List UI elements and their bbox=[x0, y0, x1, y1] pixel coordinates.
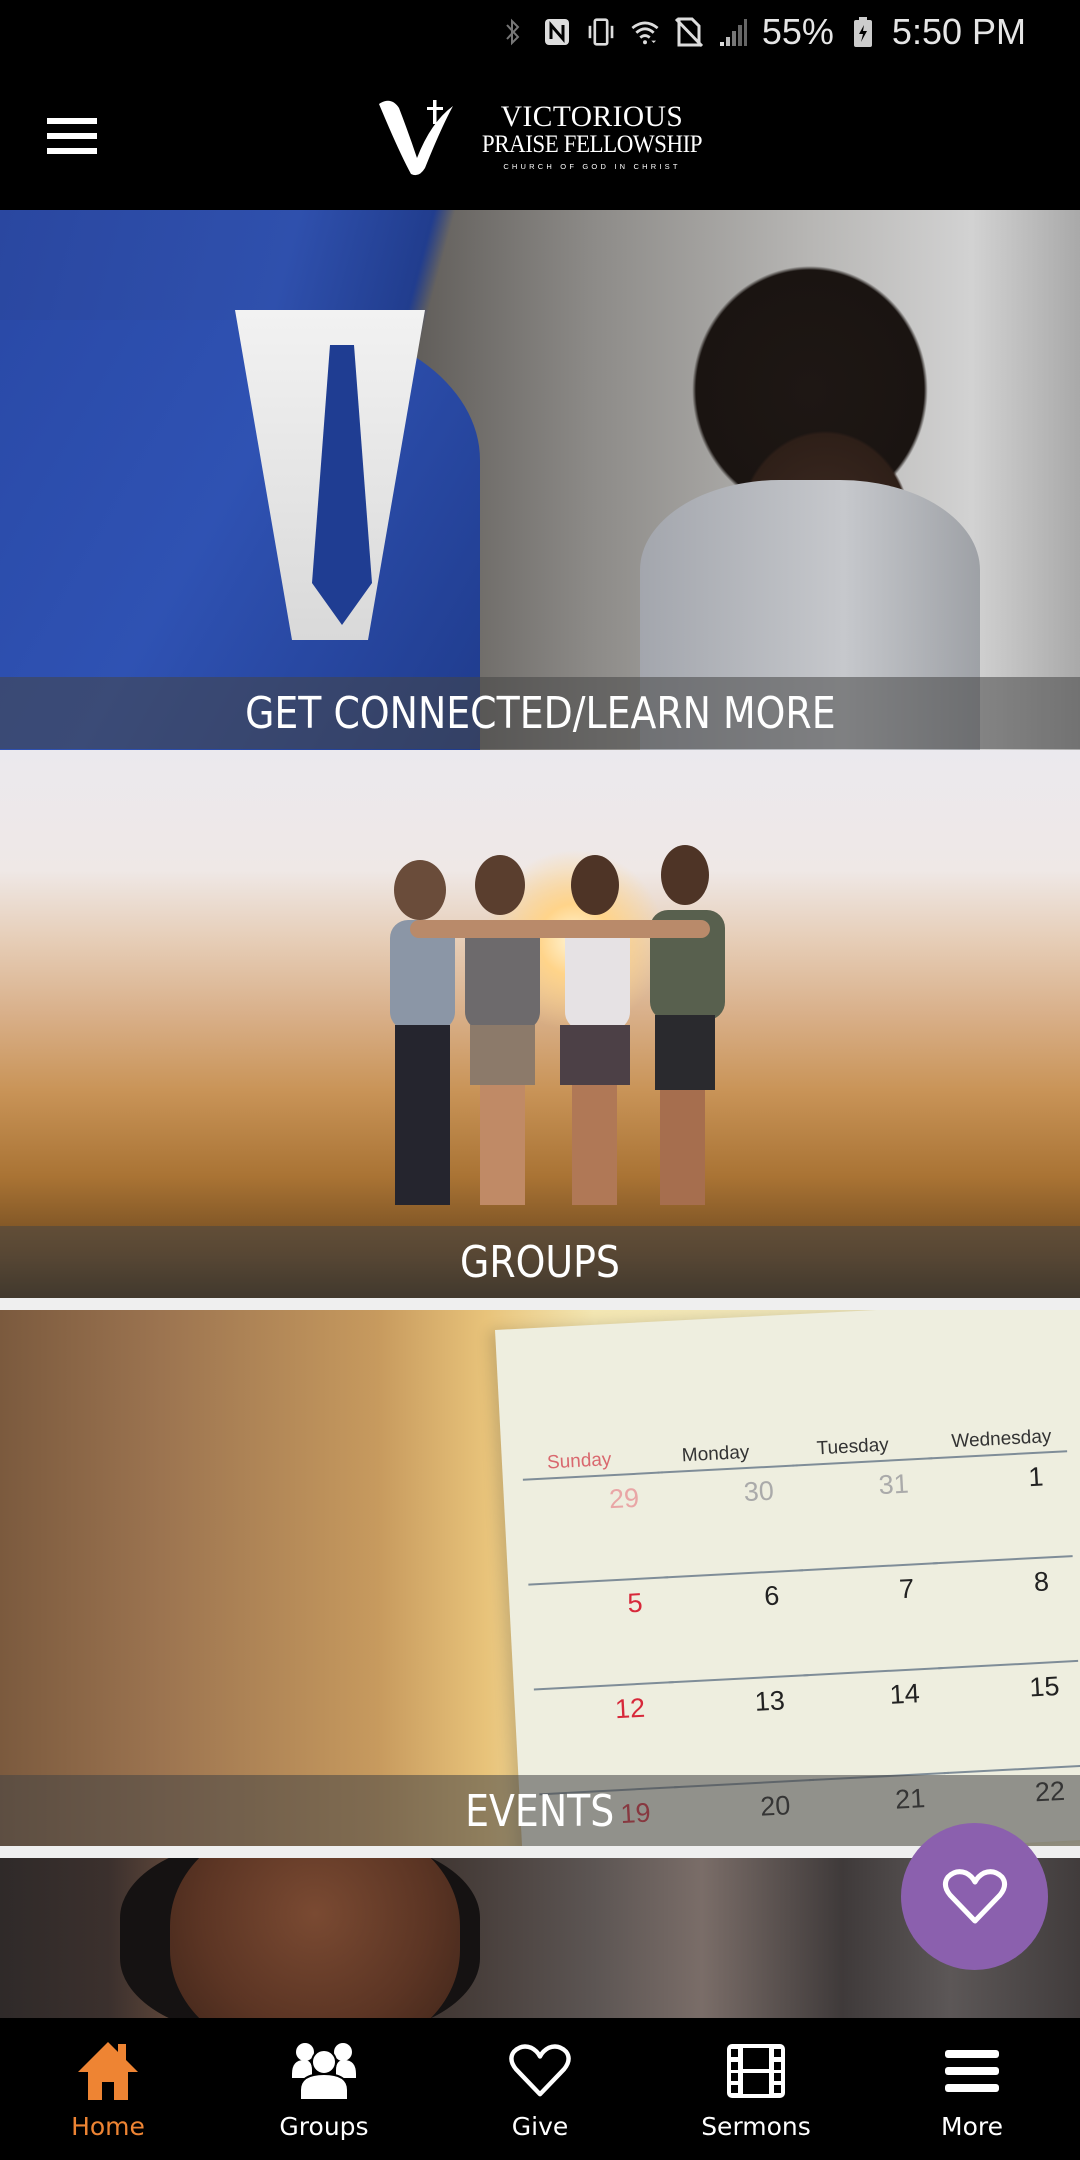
card-groups[interactable]: GROUPS bbox=[0, 750, 1080, 1298]
calendar-date: 14 bbox=[888, 1678, 921, 1710]
battery-percent: 55% bbox=[761, 11, 834, 52]
logo-line-1: VICTORIOUS bbox=[500, 100, 684, 133]
card-get-connected[interactable]: GET CONNECTED/LEARN MORE bbox=[0, 210, 1080, 750]
card-caption-strip: EVENTS bbox=[0, 1775, 1080, 1846]
calendar-date: 15 bbox=[1028, 1670, 1061, 1703]
signal-icon bbox=[718, 15, 748, 49]
give-fab-button[interactable] bbox=[901, 1823, 1048, 1970]
nav-label-home: Home bbox=[71, 2112, 145, 2141]
nav-give[interactable]: Give bbox=[432, 2018, 648, 2160]
card-caption-strip: GROUPS bbox=[0, 1226, 1080, 1298]
logo-line-2: PRAISE FELLOWSHIP bbox=[481, 131, 703, 158]
nav-label-sermons: Sermons bbox=[701, 2112, 811, 2141]
app-header: VICTORIOUS PRAISE FELLOWSHIP CHURCH OF G… bbox=[0, 68, 1080, 210]
calendar-date: 29 bbox=[608, 1482, 640, 1515]
battery-charging-icon bbox=[848, 15, 878, 49]
hamburger-menu-icon[interactable] bbox=[47, 118, 97, 154]
calendar-date: 8 bbox=[1033, 1566, 1050, 1598]
logo-text: VICTORIOUS PRAISE FELLOWSHIP CHURCH OF G… bbox=[469, 100, 715, 172]
calendar-date: 6 bbox=[763, 1580, 781, 1612]
nfc-icon bbox=[542, 15, 572, 49]
calendar-date: 7 bbox=[898, 1573, 915, 1605]
bottom-navigation: Home Groups Give Sermons More bbox=[0, 2018, 1080, 2160]
calendar-date: 1 bbox=[1027, 1461, 1045, 1493]
calendar-date: 5 bbox=[626, 1587, 644, 1619]
logo-v-cross-icon bbox=[379, 100, 453, 176]
card-label-get-connected: GET CONNECTED/LEARN MORE bbox=[244, 687, 836, 739]
menu-icon bbox=[932, 2036, 1012, 2106]
calendar-date: 30 bbox=[743, 1475, 775, 1508]
calendar-day-sunday: Sunday bbox=[546, 1449, 612, 1474]
nav-home[interactable]: Home bbox=[0, 2018, 216, 2160]
image-woman-face bbox=[170, 1858, 460, 2018]
clock: 5:50 PM bbox=[891, 11, 1026, 52]
card-label-events: EVENTS bbox=[465, 1785, 615, 1837]
logo-tagline: CHURCH OF GOD IN CHRIST bbox=[503, 162, 681, 171]
nav-label-groups: Groups bbox=[279, 2112, 369, 2141]
calendar-date: 31 bbox=[877, 1468, 910, 1501]
home-icon bbox=[68, 2036, 148, 2106]
calendar-date: 13 bbox=[754, 1685, 786, 1717]
nav-more[interactable]: More bbox=[864, 2018, 1080, 2160]
image-desk-calendar: Sunday Monday Tuesday Wednesday 29 30 31… bbox=[495, 1310, 1080, 1846]
calendar-date: 12 bbox=[614, 1692, 646, 1725]
groups-icon bbox=[284, 2036, 364, 2106]
vibrate-icon bbox=[586, 15, 616, 49]
nav-sermons[interactable]: Sermons bbox=[648, 2018, 864, 2160]
status-icons: 55% 5:50 PM bbox=[498, 0, 1026, 64]
nav-label-give: Give bbox=[511, 2112, 569, 2141]
nav-label-more: More bbox=[941, 2112, 1003, 2141]
calendar-day-wednesday: Wednesday bbox=[950, 1426, 1052, 1453]
wifi-icon bbox=[630, 15, 660, 49]
image-friends-silhouettes bbox=[390, 845, 725, 1205]
calendar-day-monday: Monday bbox=[681, 1441, 750, 1467]
calendar-day-tuesday: Tuesday bbox=[816, 1434, 890, 1460]
bluetooth-icon bbox=[498, 15, 528, 49]
church-logo[interactable]: VICTORIOUS PRAISE FELLOWSHIP CHURCH OF G… bbox=[375, 94, 715, 178]
card-label-groups: GROUPS bbox=[460, 1236, 620, 1288]
status-bar: 55% 5:50 PM bbox=[0, 0, 1080, 68]
nav-groups[interactable]: Groups bbox=[216, 2018, 432, 2160]
card-events[interactable]: Sunday Monday Tuesday Wednesday 29 30 31… bbox=[0, 1310, 1080, 1846]
film-icon bbox=[716, 2036, 796, 2106]
heart-icon bbox=[500, 2036, 580, 2106]
card-caption-strip: GET CONNECTED/LEARN MORE bbox=[0, 677, 1080, 749]
heart-icon bbox=[942, 1868, 1007, 1923]
no-sim-icon bbox=[674, 15, 704, 49]
